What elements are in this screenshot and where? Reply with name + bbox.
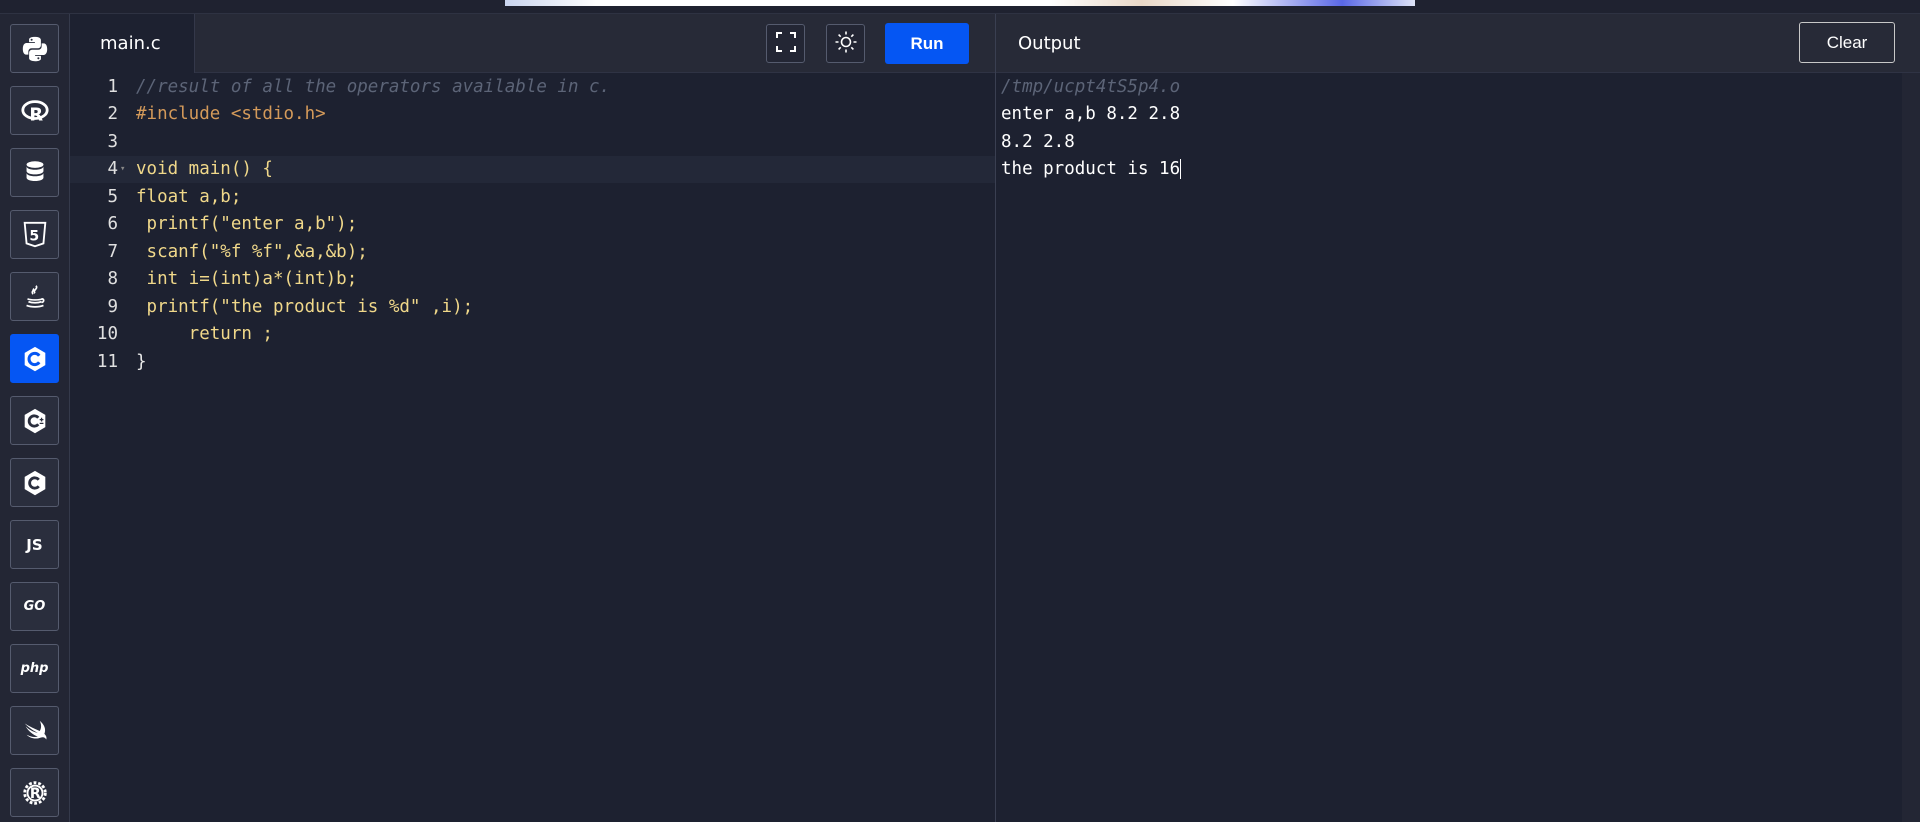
sidebar-item-go[interactable]: GO bbox=[10, 582, 59, 631]
theme-toggle-button[interactable] bbox=[826, 24, 865, 63]
code-text: printf("the product is %d" ,i); bbox=[136, 296, 474, 317]
code-text: int i=(int)a*(int)b; bbox=[136, 269, 358, 290]
csharp-icon bbox=[20, 468, 50, 498]
output-line: 8.2 2.8 bbox=[1001, 131, 1075, 152]
code-line: 3 bbox=[70, 128, 995, 156]
sidebar-item-swift[interactable] bbox=[10, 706, 59, 755]
swift-icon bbox=[20, 716, 50, 746]
output-scrollbar[interactable] bbox=[1902, 73, 1920, 822]
sidebar-item-csharp[interactable] bbox=[10, 458, 59, 507]
code-line: 6 printf("enter a,b"); bbox=[70, 211, 995, 239]
text-cursor bbox=[1180, 159, 1182, 180]
top-strip bbox=[0, 0, 1920, 14]
code-line: 9 printf("the product is %d" ,i); bbox=[70, 293, 995, 321]
code-line: 10 return ; bbox=[70, 321, 995, 349]
fullscreen-icon bbox=[775, 31, 797, 57]
code-text: scanf("%f %f",&a,&b); bbox=[136, 241, 368, 262]
code-line: 7 scanf("%f %f",&a,&b); bbox=[70, 238, 995, 266]
sidebar-item-php[interactable]: php bbox=[10, 644, 59, 693]
js-icon: JS bbox=[26, 535, 43, 554]
line-number: 10 bbox=[96, 324, 118, 345]
code-text: #include <stdio.h> bbox=[136, 104, 326, 125]
output-panel: Output Clear /tmp/ucpt4tS5p4.o enter a,b… bbox=[995, 14, 1920, 822]
sidebar-item-javascript[interactable]: JS bbox=[10, 520, 59, 569]
fold-arrow-icon[interactable]: ▾ bbox=[118, 164, 126, 174]
code-text: } bbox=[136, 351, 147, 372]
run-button[interactable]: Run bbox=[885, 23, 969, 64]
output-title: Output bbox=[1018, 33, 1081, 54]
output-console[interactable]: /tmp/ucpt4tS5p4.o enter a,b 8.2 2.8 8.2 … bbox=[1001, 73, 1911, 183]
line-number: 5 bbox=[107, 186, 118, 207]
editor-header: main.c Run bbox=[70, 14, 995, 73]
r-icon: R bbox=[20, 96, 50, 126]
top-banner bbox=[505, 0, 1415, 6]
sidebar-item-java[interactable] bbox=[10, 272, 59, 321]
code-text: return ; bbox=[136, 324, 273, 345]
line-number: 2 bbox=[107, 104, 118, 125]
sun-icon bbox=[834, 30, 858, 58]
line-number: 8 bbox=[107, 269, 118, 290]
line-number: 9 bbox=[107, 296, 118, 317]
line-number: 11 bbox=[96, 351, 118, 372]
java-icon bbox=[20, 282, 50, 312]
code-area[interactable]: 1 //result of all the operators availabl… bbox=[70, 73, 995, 822]
line-number: 7 bbox=[107, 241, 118, 262]
code-text: //result of all the operators available … bbox=[136, 76, 611, 97]
go-icon: GO bbox=[23, 599, 46, 614]
sidebar-item-html[interactable]: 5 bbox=[10, 210, 59, 259]
svg-text:5: 5 bbox=[29, 228, 39, 244]
code-line: 2 #include <stdio.h> bbox=[70, 101, 995, 129]
code-line: 11 } bbox=[70, 348, 995, 376]
line-number: 4 bbox=[107, 159, 118, 180]
c-icon bbox=[20, 344, 50, 374]
clear-button[interactable]: Clear bbox=[1799, 22, 1895, 63]
code-line: 1 //result of all the operators availabl… bbox=[70, 73, 995, 101]
output-line-text: the product is 16 bbox=[1001, 159, 1181, 180]
code-text: printf("enter a,b"); bbox=[136, 214, 358, 235]
sidebar-item-cpp[interactable] bbox=[10, 396, 59, 445]
line-number: 6 bbox=[107, 214, 118, 235]
sidebar-item-sql[interactable] bbox=[10, 148, 59, 197]
svg-text:R: R bbox=[29, 786, 40, 802]
language-sidebar: R 5 JS GO php R bbox=[0, 14, 70, 822]
code-text: void main() { bbox=[136, 159, 273, 180]
code-line: 5 float a,b; bbox=[70, 183, 995, 211]
line-number: 3 bbox=[107, 131, 118, 152]
sidebar-item-rust[interactable]: R bbox=[10, 768, 59, 817]
python-icon bbox=[20, 34, 50, 64]
rust-icon: R bbox=[20, 778, 50, 808]
cpp-icon bbox=[20, 406, 50, 436]
fullscreen-button[interactable] bbox=[766, 24, 805, 63]
code-line-active: 4 ▾ void main() { bbox=[70, 155, 995, 183]
output-line: enter a,b 8.2 2.8 bbox=[1001, 104, 1181, 125]
output-line-last: the product is 16 bbox=[1001, 156, 1911, 184]
code-text: float a,b; bbox=[136, 186, 242, 207]
sidebar-item-r[interactable]: R bbox=[10, 86, 59, 135]
code-editor-panel: main.c Run 1 //result of all the operato… bbox=[70, 14, 995, 822]
database-icon bbox=[20, 158, 50, 188]
output-header: Output Clear bbox=[996, 14, 1920, 73]
php-icon: php bbox=[20, 661, 49, 676]
line-number: 1 bbox=[107, 76, 118, 97]
sidebar-item-python[interactable] bbox=[10, 24, 59, 73]
svg-text:R: R bbox=[29, 104, 43, 125]
tab-main-c[interactable]: main.c bbox=[70, 14, 195, 73]
code-line: 8 int i=(int)a*(int)b; bbox=[70, 266, 995, 294]
html5-icon: 5 bbox=[20, 220, 50, 250]
output-line: /tmp/ucpt4tS5p4.o bbox=[1001, 76, 1181, 97]
sidebar-item-c[interactable] bbox=[10, 334, 59, 383]
